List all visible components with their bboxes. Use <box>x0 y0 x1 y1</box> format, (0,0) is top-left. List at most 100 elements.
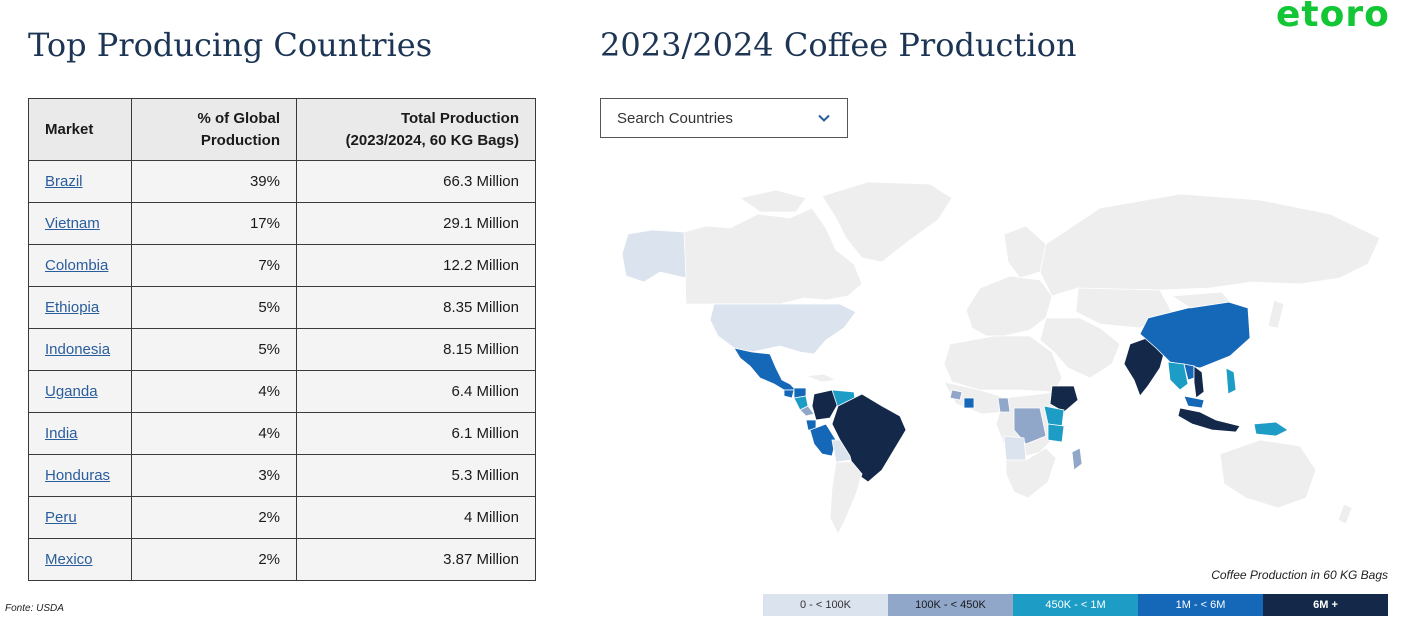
country-angola[interactable] <box>1003 435 1027 461</box>
column-header-share-line2: Production <box>200 131 280 149</box>
region-caribbean <box>805 373 838 383</box>
table-header-row: Market % of Global Production Total Prod… <box>28 98 536 161</box>
table-row: Indonesia 5% 8.15 Million <box>28 328 536 371</box>
market-link[interactable]: Vietnam <box>45 215 100 232</box>
legend-bin: 450K - < 1M <box>1013 594 1138 616</box>
share-cell: 2% <box>131 496 297 539</box>
market-link[interactable]: Colombia <box>45 257 108 274</box>
country-alaska[interactable] <box>621 229 687 283</box>
country-sierra-leone-guinea[interactable] <box>949 389 963 401</box>
total-cell: 8.15 Million <box>296 328 536 371</box>
market-link[interactable]: Brazil <box>45 173 83 190</box>
column-header-total-line1: Total Production <box>400 109 519 127</box>
market-cell: Ethiopia <box>28 286 132 329</box>
market-cell: Indonesia <box>28 328 132 371</box>
table-title: Top Producing Countries <box>28 26 433 64</box>
search-countries-placeholder: Search Countries <box>617 109 733 127</box>
market-link[interactable]: India <box>45 425 78 442</box>
legend-bin: 6M + <box>1263 594 1388 616</box>
share-cell: 3% <box>131 454 297 497</box>
market-cell: Vietnam <box>28 202 132 245</box>
total-cell: 5.3 Million <box>296 454 536 497</box>
country-australia[interactable] <box>1219 439 1317 509</box>
region-scandinavia <box>1003 225 1047 279</box>
country-cote-divoire[interactable] <box>963 397 975 409</box>
column-header-market: Market <box>28 98 132 161</box>
total-cell: 66.3 Million <box>296 160 536 203</box>
country-tanzania[interactable] <box>1047 423 1065 443</box>
total-cell: 8.35 Million <box>296 286 536 329</box>
table-row: Vietnam 17% 29.1 Million <box>28 202 536 245</box>
share-cell: 2% <box>131 538 297 581</box>
market-cell: Brazil <box>28 160 132 203</box>
market-link[interactable]: Mexico <box>45 551 93 568</box>
share-cell: 7% <box>131 244 297 287</box>
country-madagascar[interactable] <box>1071 447 1083 471</box>
market-cell: Honduras <box>28 454 132 497</box>
table-row: Honduras 3% 5.3 Million <box>28 454 536 497</box>
production-table: Market % of Global Production Total Prod… <box>28 98 536 581</box>
market-cell: Mexico <box>28 538 132 581</box>
total-cell: 29.1 Million <box>296 202 536 245</box>
region-europe <box>965 275 1053 337</box>
column-header-share-line1: % of Global <box>197 109 281 127</box>
share-cell: 4% <box>131 412 297 455</box>
country-philippines[interactable] <box>1225 367 1237 395</box>
total-cell: 4 Million <box>296 496 536 539</box>
chevron-down-icon <box>818 114 830 122</box>
market-link[interactable]: Uganda <box>45 383 98 400</box>
map-title: 2023/2024 Coffee Production <box>600 26 1077 64</box>
column-header-total-line2: (2023/2024, 60 KG Bags) <box>345 131 519 149</box>
country-guatemala[interactable] <box>783 389 795 399</box>
market-link[interactable]: Ethiopia <box>45 299 99 316</box>
table-row: Uganda 4% 6.4 Million <box>28 370 536 413</box>
total-cell: 6.1 Million <box>296 412 536 455</box>
market-link[interactable]: Honduras <box>45 467 110 484</box>
total-cell: 12.2 Million <box>296 244 536 287</box>
legend-bin: 100K - < 450K <box>888 594 1013 616</box>
country-vietnam[interactable] <box>1193 365 1205 399</box>
country-usa[interactable] <box>709 303 857 355</box>
legend-caption: Coffee Production in 60 KG Bags <box>1211 568 1388 582</box>
country-indonesia[interactable] <box>1177 407 1241 433</box>
market-cell: Peru <box>28 496 132 539</box>
market-link[interactable]: Peru <box>45 509 77 526</box>
country-russia[interactable] <box>1039 193 1381 297</box>
table-row: India 4% 6.1 Million <box>28 412 536 455</box>
country-argentina-chile[interactable] <box>829 461 863 535</box>
share-cell: 5% <box>131 328 297 371</box>
country-japan[interactable] <box>1267 299 1285 329</box>
etoro-logo: etoro <box>1276 0 1390 35</box>
legend: 0 - < 100K 100K - < 450K 450K - < 1M 1M - <… <box>763 594 1388 616</box>
share-cell: 39% <box>131 160 297 203</box>
world-map <box>621 181 1381 535</box>
table-row: Colombia 7% 12.2 Million <box>28 244 536 287</box>
table-row: Ethiopia 5% 8.35 Million <box>28 286 536 329</box>
source-note: Fonte: USDA <box>5 603 64 614</box>
country-mexico[interactable] <box>733 347 797 391</box>
country-greenland[interactable] <box>821 181 953 263</box>
region-arctic-islands <box>739 189 807 213</box>
table-row: Peru 2% 4 Million <box>28 496 536 539</box>
share-cell: 5% <box>131 286 297 329</box>
legend-bin: 0 - < 100K <box>763 594 888 616</box>
country-png[interactable] <box>1253 421 1289 437</box>
column-header-share: % of Global Production <box>131 98 297 161</box>
country-malaysia[interactable] <box>1183 395 1205 409</box>
market-link[interactable]: Indonesia <box>45 341 110 358</box>
market-cell: India <box>28 412 132 455</box>
country-new-zealand[interactable] <box>1337 503 1353 525</box>
market-cell: Colombia <box>28 244 132 287</box>
country-canada[interactable] <box>683 207 863 305</box>
total-cell: 6.4 Million <box>296 370 536 413</box>
total-cell: 3.87 Million <box>296 538 536 581</box>
column-header-total: Total Production (2023/2024, 60 KG Bags) <box>296 98 536 161</box>
table-row: Brazil 39% 66.3 Million <box>28 160 536 203</box>
legend-bin: 1M - < 6M <box>1138 594 1263 616</box>
share-cell: 17% <box>131 202 297 245</box>
region-north-africa <box>943 335 1063 393</box>
country-cameroon[interactable] <box>997 397 1011 413</box>
table-row: Mexico 2% 3.87 Million <box>28 538 536 581</box>
search-countries-dropdown[interactable]: Search Countries <box>600 98 848 138</box>
share-cell: 4% <box>131 370 297 413</box>
